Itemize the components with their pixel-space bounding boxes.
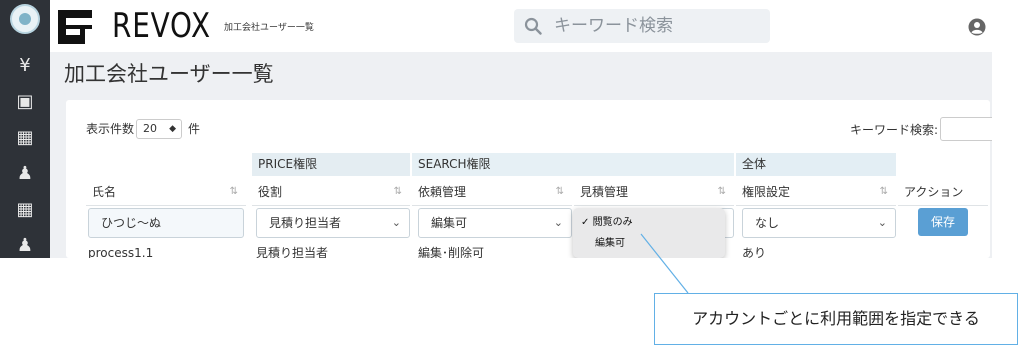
column-label: 権限設定 xyxy=(742,185,791,199)
user-add-icon[interactable]: ♟ xyxy=(0,160,50,188)
request-select[interactable]: 編集可 ⌄ xyxy=(418,208,572,238)
user-icon[interactable]: ♟ xyxy=(0,232,50,258)
annotation-callout: アカウントごとに利用範囲を指定できる xyxy=(654,293,1018,345)
chevron-down-icon: ⌄ xyxy=(553,216,563,229)
brand-name[interactable]: REVOX xyxy=(112,6,211,46)
per-page-unit: 件 xyxy=(188,122,201,136)
permission-select[interactable]: なし ⌄ xyxy=(742,208,896,238)
dropdown-option-view-only[interactable]: ✓ 閲覧のみ xyxy=(581,216,633,230)
sort-arrows-icon: ◆ xyxy=(169,124,176,134)
column-label: 見積管理 xyxy=(580,185,629,199)
dropdown-option-editable[interactable]: 編集可 xyxy=(595,237,625,251)
column-header-name[interactable]: 氏名 ⇅ xyxy=(86,178,246,206)
group-header-all: 全体 xyxy=(736,153,896,176)
brand-subtitle: 加工会社ユーザー一覧 xyxy=(224,23,314,33)
per-page-label: 表示件数 xyxy=(86,122,135,136)
revox-logo-icon[interactable] xyxy=(58,10,92,44)
column-label: 役割 xyxy=(258,185,283,199)
save-button[interactable]: 保存 xyxy=(918,208,968,236)
permission-select-value: なし xyxy=(755,216,780,230)
request-select-value: 編集可 xyxy=(431,216,468,230)
sort-icon[interactable]: ⇅ xyxy=(718,178,726,206)
row-role: 見積り担当者 xyxy=(256,246,329,258)
sort-icon[interactable]: ⇅ xyxy=(880,178,888,206)
chevron-down-icon: ⌄ xyxy=(877,216,887,229)
user-table-card: 表示件数 20 ◆ 件 キーワード検索: PRICE権限 SEARCH権限 全体… xyxy=(66,100,992,258)
group-header-price: PRICE権限 xyxy=(252,153,410,176)
sort-icon[interactable]: ⇅ xyxy=(556,178,564,206)
company-logo[interactable] xyxy=(10,4,40,34)
column-header-estimate[interactable]: 見積管理 ⇅ xyxy=(574,178,734,206)
row-name[interactable]: process1.1 xyxy=(88,246,153,258)
column-label: 氏名 xyxy=(92,185,117,199)
column-header-action: アクション xyxy=(898,178,988,206)
name-field[interactable]: ひつじ〜ぬ xyxy=(88,208,244,238)
account-icon[interactable] xyxy=(968,18,986,36)
role-select[interactable]: 見積り担当者 ⌄ xyxy=(256,208,410,238)
estimate-dropdown-menu: ✓ 閲覧のみ 編集可 xyxy=(573,208,725,258)
column-header-request[interactable]: 依頼管理 ⇅ xyxy=(412,178,572,206)
page-title: 加工会社ユーザー一覧 xyxy=(64,62,274,86)
search-input[interactable]: キーワード検索 xyxy=(554,15,673,37)
role-select-value: 見積り担当者 xyxy=(269,216,342,230)
building-icon[interactable]: ▦ xyxy=(0,196,50,224)
building-add-icon[interactable]: ▦ xyxy=(0,124,50,152)
column-header-permission[interactable]: 権限設定 ⇅ xyxy=(736,178,896,206)
top-bar: REVOX 加工会社ユーザー一覧 キーワード検索 xyxy=(50,0,992,52)
column-header-role[interactable]: 役割 ⇅ xyxy=(252,178,410,206)
app-screenshot: ¥ ▣ ▦ ♟ ▦ ♟ REVOX 加工会社ユーザー一覧 キーワード検索 加工会… xyxy=(0,0,992,258)
column-label: 依頼管理 xyxy=(418,185,467,199)
per-page-value: 20 xyxy=(143,122,157,135)
chevron-down-icon: ⌄ xyxy=(391,216,401,229)
sidebar: ¥ ▣ ▦ ♟ ▦ ♟ xyxy=(0,0,50,258)
row-permission: あり xyxy=(742,246,767,258)
yen-icon[interactable]: ¥ xyxy=(0,52,50,80)
per-page-select[interactable]: 20 ◆ xyxy=(136,119,182,139)
keyword-search-input[interactable] xyxy=(940,117,992,141)
search-icon xyxy=(524,17,542,35)
group-header-search: SEARCH権限 xyxy=(412,153,734,176)
sort-icon[interactable]: ⇅ xyxy=(394,178,402,206)
row-request: 編集･削除可 xyxy=(418,246,485,258)
global-search[interactable]: キーワード検索 xyxy=(514,9,770,43)
option-label: 閲覧のみ xyxy=(592,217,633,228)
column-label: アクション xyxy=(904,185,964,199)
checkmark-icon: ✓ xyxy=(581,217,590,228)
document-search-icon[interactable]: ▣ xyxy=(0,88,50,116)
keyword-label: キーワード検索: xyxy=(850,123,939,137)
sort-icon[interactable]: ⇅ xyxy=(230,178,238,206)
